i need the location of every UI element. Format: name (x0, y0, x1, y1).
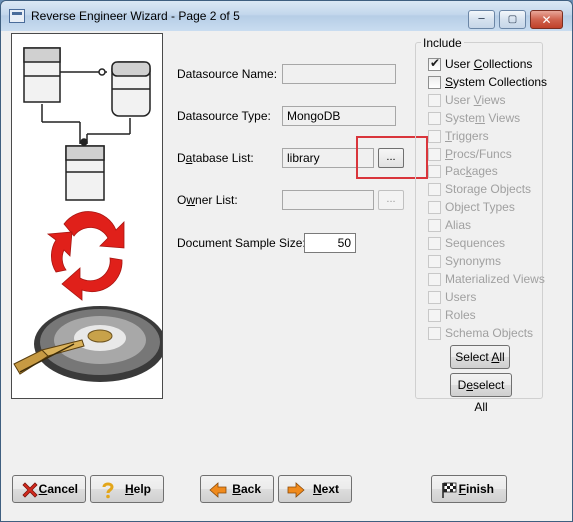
question-mark-icon (102, 482, 114, 499)
include-checkbox[interactable] (428, 201, 441, 214)
include-item-label: User Views (445, 93, 506, 107)
datasource-name-label: Datasource Name: (177, 67, 278, 81)
include-item-label: Materialized Views (445, 272, 545, 286)
include-checkbox[interactable] (428, 112, 441, 125)
sample-size-field[interactable]: 50 (304, 233, 356, 253)
title-bar[interactable]: Reverse Engineer Wizard - Page 2 of 5 ─ … (1, 1, 572, 31)
include-item-label: System Collections (445, 75, 548, 89)
cycle-arrows-icon (46, 211, 125, 301)
owner-list-label: Owner List: (177, 193, 238, 207)
table-icon (23, 47, 61, 103)
include-item-label: Object Types (445, 200, 515, 214)
include-item-label: Users (445, 290, 477, 304)
include-item-label: Alias (445, 218, 472, 232)
include-checkbox[interactable] (428, 130, 441, 143)
help-button[interactable]: Help (90, 475, 164, 503)
minimize-button[interactable]: ─ (468, 10, 495, 29)
owner-list-browse-button[interactable]: ... (378, 190, 404, 210)
datasource-type-field[interactable]: MongoDB (282, 106, 396, 126)
maximize-button[interactable]: ▢ (499, 10, 526, 29)
include-item-label: User Collections (445, 57, 533, 71)
include-item-label: Synonyms (445, 254, 502, 268)
finish-button[interactable]: Finish (431, 475, 507, 503)
checkered-flag-icon (442, 482, 457, 498)
close-button[interactable]: ✕ (530, 10, 563, 29)
left-arrow-icon (209, 482, 227, 498)
cancel-button[interactable]: Cancel (12, 475, 86, 503)
include-checkbox[interactable] (428, 273, 441, 286)
right-arrow-icon (287, 482, 305, 498)
include-item-label: Roles (445, 308, 476, 322)
include-item-label: System Views (445, 111, 521, 125)
datasource-name-field[interactable] (282, 64, 396, 84)
include-checkbox[interactable] (428, 327, 441, 340)
window-title: Reverse Engineer Wizard - Page 2 of 5 (31, 9, 240, 23)
next-button[interactable]: Next (278, 475, 352, 503)
include-checkbox[interactable] (428, 148, 441, 161)
include-item-label: Storage Objects (445, 182, 532, 196)
datasource-type-label: Datasource Type: (177, 109, 271, 123)
include-item-label: Procs/Funcs (445, 147, 512, 161)
include-checkbox[interactable] (428, 94, 441, 107)
wizard-window: Reverse Engineer Wizard - Page 2 of 5 ─ … (0, 0, 573, 522)
include-checkbox[interactable] (428, 165, 441, 178)
owner-list-field[interactable] (282, 190, 374, 210)
table-icon-child (65, 145, 105, 201)
checkmark-icon: ✔ (430, 56, 441, 70)
back-button[interactable]: Back (200, 475, 274, 503)
database-list-label: Database List: (177, 151, 254, 165)
include-item-label: Sequences (445, 236, 506, 250)
include-checkbox[interactable] (428, 183, 441, 196)
cancel-x-icon (22, 482, 38, 498)
table-icon-rounded (111, 61, 151, 117)
include-checkbox[interactable]: ✔ (428, 56, 441, 71)
include-item-label: Packages (445, 164, 498, 178)
include-group-title: Include (421, 36, 464, 50)
include-item-label: Schema Objects (445, 326, 534, 340)
include-checkbox[interactable] (428, 291, 441, 304)
disk-icon (34, 306, 166, 382)
include-checkbox[interactable] (428, 309, 441, 322)
sample-size-label: Document Sample Size: (177, 236, 306, 250)
include-checkbox[interactable] (428, 219, 441, 232)
include-checkbox[interactable] (428, 255, 441, 268)
app-icon (9, 9, 25, 23)
deselect-all-button[interactable]: Deselect All (450, 373, 512, 414)
include-checkbox[interactable] (428, 76, 441, 89)
include-checkbox[interactable] (428, 237, 441, 250)
include-item-label: Triggers (445, 129, 489, 143)
wizard-illustration (11, 33, 166, 399)
select-all-button[interactable]: Select All (450, 345, 510, 369)
